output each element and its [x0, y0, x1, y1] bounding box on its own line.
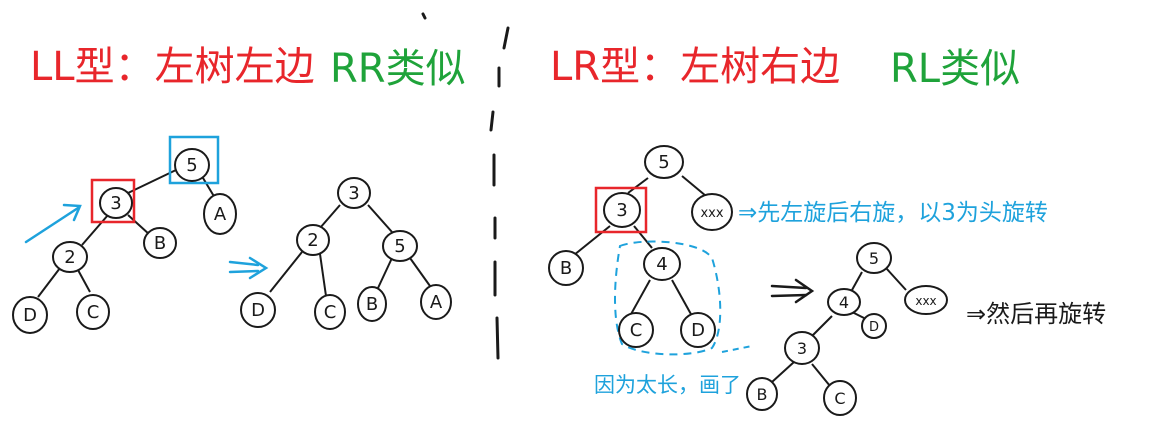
node-label: 2	[64, 247, 75, 268]
node-label: 5	[394, 236, 405, 257]
node-label: 3	[110, 193, 121, 214]
node-label: 4	[656, 254, 667, 275]
node-label: B	[366, 294, 378, 315]
edge	[269, 251, 303, 293]
node-label: 5	[186, 155, 197, 176]
node-label: 5	[658, 152, 669, 173]
node-label: 2	[307, 230, 318, 251]
edge	[629, 279, 651, 317]
lr-before-nodes	[548, 145, 733, 348]
node-label: xxx	[915, 294, 936, 308]
heading-rr: RR类似	[330, 46, 466, 92]
edge	[851, 271, 863, 291]
edge	[377, 257, 393, 289]
node-label: A	[214, 204, 227, 225]
ll-before-nodes	[12, 148, 237, 334]
whiteboard-canvas: LL型：左树左边 RR类似 LR型：左树右边 RL类似 5 3 B A 2 D …	[12, 12, 1106, 416]
ll-after-nodes	[240, 177, 452, 330]
edge	[771, 361, 795, 383]
edge	[319, 204, 341, 229]
edge	[811, 363, 831, 387]
ll-before-tree	[37, 169, 216, 298]
heading-ll: LL型：左树左边	[30, 44, 315, 90]
edge	[81, 214, 109, 246]
edge	[319, 253, 327, 297]
edge	[37, 267, 61, 298]
blue-arrow-icon	[24, 203, 82, 244]
edge	[681, 175, 707, 197]
node-label: 3	[797, 339, 807, 358]
node-label: 4	[839, 293, 849, 312]
node-label: D	[869, 320, 879, 335]
note-then-rotate: ⇒然后再旋转	[966, 300, 1106, 328]
edge	[573, 225, 611, 256]
heading-lr: LR型：左树右边	[550, 44, 840, 90]
node-label: 5	[869, 249, 879, 268]
edge	[77, 269, 91, 293]
double-arrow-icon	[770, 278, 815, 304]
node-label: C	[87, 302, 100, 323]
node-label: C	[324, 302, 337, 323]
node-label: B	[154, 233, 166, 254]
lr-mid-nodes	[746, 242, 948, 416]
dashed-connector	[721, 345, 753, 353]
node-label: A	[430, 292, 443, 313]
node-label: 3	[616, 200, 627, 221]
node-label: C	[834, 389, 845, 408]
edge	[127, 214, 151, 236]
node-label: D	[251, 300, 265, 321]
edge	[409, 257, 431, 287]
node-label: B	[757, 385, 768, 404]
heading-rl: RL类似	[890, 46, 1020, 92]
double-arrow-icon	[228, 256, 269, 280]
node-label: D	[23, 305, 37, 326]
edge	[633, 225, 653, 249]
edge	[367, 204, 393, 233]
node-label: B	[560, 258, 572, 279]
node-label: xxx	[700, 206, 723, 221]
node-label: 3	[348, 183, 359, 204]
edge	[811, 315, 833, 337]
node-label: C	[630, 320, 643, 341]
node-label: D	[691, 320, 705, 341]
note-rotate-left-then-right: ⇒先左旋后右旋，以3为头旋转	[738, 200, 1048, 226]
edge	[671, 279, 693, 317]
lr-before-tree	[573, 175, 707, 317]
edge	[885, 267, 907, 291]
note-because-too-long: 因为太长，画了	[594, 373, 741, 397]
